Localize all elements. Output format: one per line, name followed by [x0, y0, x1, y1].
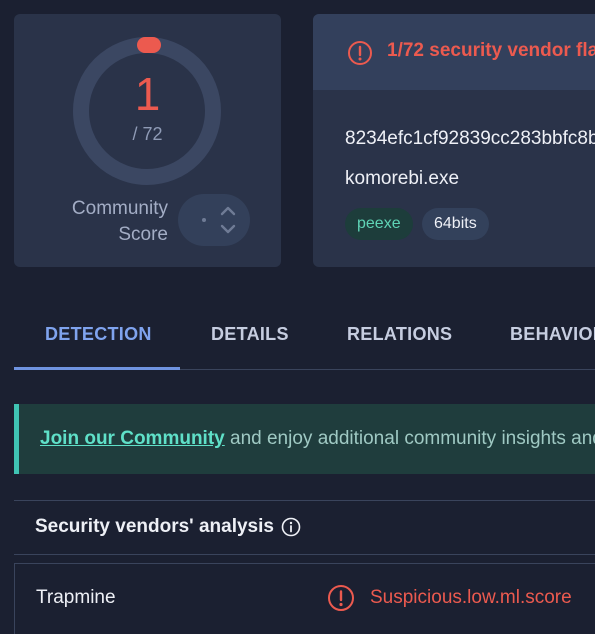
alert-circle-icon	[348, 41, 372, 65]
table-row: Trapmine Suspicious.low.ml.score	[14, 563, 595, 634]
tab-bar: DETECTION DETAILS RELATIONS BEHAVIOR	[14, 310, 595, 370]
tab-detection[interactable]: DETECTION	[45, 310, 152, 358]
section-title: Security vendors' analysis	[35, 516, 274, 537]
alert-circle-icon	[328, 585, 354, 611]
vendor-result: Suspicious.low.ml.score	[370, 587, 572, 608]
community-score-card: 1 / 72 Community Score	[14, 14, 281, 267]
banner-text: Join our Community and enjoy additional …	[40, 428, 595, 450]
detection-header: 1/72 security vendor flagged this file a…	[313, 14, 595, 90]
community-score-label: Community Score	[71, 198, 168, 245]
section-divider-bottom	[14, 554, 595, 555]
tab-behavior[interactable]: BEHAVIOR	[510, 310, 595, 358]
detection-score: 1	[134, 68, 161, 120]
vote-down-icon[interactable]	[220, 224, 236, 234]
tag-64bits[interactable]: 64bits	[422, 208, 489, 240]
tag-peexe[interactable]: peexe	[345, 208, 413, 240]
detection-total: / 72	[132, 124, 163, 144]
section-divider-top	[14, 500, 595, 501]
community-vote-widget[interactable]	[178, 194, 250, 246]
community-banner: Join our Community and enjoy additional …	[14, 404, 595, 474]
tab-details[interactable]: DETAILS	[211, 310, 289, 358]
vote-up-icon[interactable]	[220, 206, 236, 216]
vote-dot	[202, 218, 206, 222]
active-tab-indicator	[14, 367, 180, 370]
tab-relations[interactable]: RELATIONS	[347, 310, 452, 358]
vendor-name: Trapmine	[36, 587, 116, 608]
info-circle-icon[interactable]	[281, 517, 301, 537]
file-hash[interactable]: 8234efc1cf92839cc283bbfc8b2c1e6f5a3d7c2a	[345, 128, 595, 150]
join-community-link[interactable]: Join our Community	[40, 428, 225, 449]
detection-flag-text: 1/72 security vendor flagged this file a…	[387, 40, 595, 61]
file-summary-card: 1/72 security vendor flagged this file a…	[313, 14, 595, 267]
file-name: komorebi.exe	[345, 168, 460, 189]
banner-description: and enjoy additional community insights …	[230, 428, 595, 449]
